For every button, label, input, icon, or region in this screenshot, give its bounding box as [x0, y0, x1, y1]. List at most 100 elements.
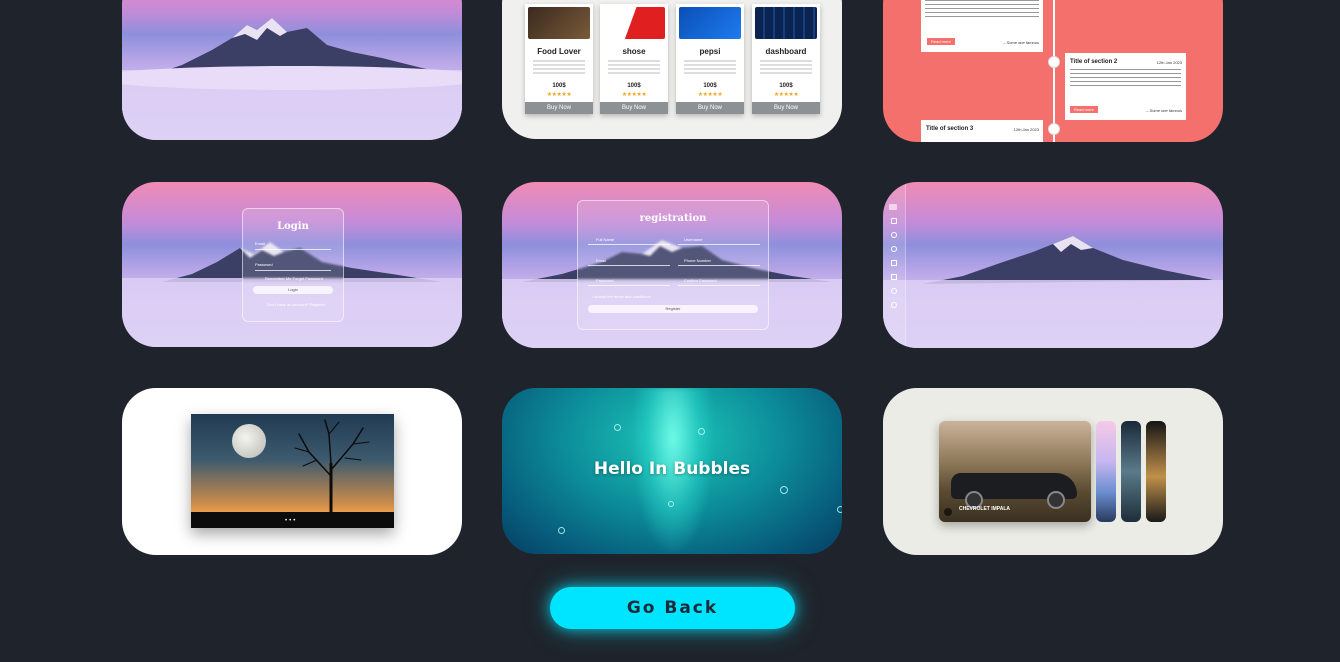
login-title: Login [277, 221, 309, 232]
bubbles-text: Hello In Bubbles [593, 459, 751, 479]
slide-icon [944, 508, 952, 516]
bubble [837, 506, 842, 513]
slide-caption: CHEVROLET IMPALA [959, 506, 1011, 512]
folder-icon[interactable] [891, 260, 897, 266]
timeline-line [1053, 0, 1055, 142]
registration-title: registration [639, 213, 707, 224]
field-underline [678, 244, 760, 245]
product-price: 100$ [552, 83, 566, 89]
carousel-thumb[interactable] [1096, 421, 1116, 522]
product-description [608, 60, 660, 74]
carousel-active-slide[interactable]: CHEVROLET IMPALA [939, 421, 1091, 522]
buy-now-button[interactable]: Buy Now [676, 102, 744, 114]
buy-now-button[interactable]: Buy Now [525, 102, 593, 114]
confirm-password-field[interactable]: Confirm Password [684, 278, 717, 283]
timeline-author: – Some one famous [1003, 40, 1039, 45]
timeline-text [1070, 69, 1181, 89]
product-image [679, 7, 741, 39]
buy-now-button[interactable]: Buy Now [752, 102, 820, 114]
bubble [780, 486, 788, 494]
timeline-node [1048, 123, 1060, 135]
product-name: Food Lover [537, 47, 581, 56]
field-underline [588, 265, 670, 266]
terms-checkbox[interactable]: I accept the terms and conditions [592, 294, 651, 299]
register-link[interactable]: Don't have an account? Register [267, 302, 325, 307]
product-card: pepsi 100$ ★★★★★ Buy Now [676, 4, 744, 114]
project-card-carousel[interactable]: CHEVROLET IMPALA [883, 388, 1223, 555]
user-icon[interactable] [891, 232, 897, 238]
chat-icon[interactable] [891, 246, 897, 252]
menu-icon[interactable] [889, 204, 897, 210]
buy-now-button[interactable]: Buy Now [600, 102, 668, 114]
product-stars: ★★★★★ [621, 92, 647, 98]
phone-field[interactable]: Phone Number [684, 258, 711, 263]
email-field[interactable]: Email [255, 241, 265, 246]
product-description [533, 60, 585, 74]
product-card: shose 100$ ★★★★★ Buy Now [600, 4, 668, 114]
timeline-title: Title of section 3 [926, 126, 974, 132]
timeline-box-1: Read more – Some one famous [921, 0, 1043, 52]
login-form: Login Email Password Remember Me Forget … [242, 208, 344, 322]
email-field[interactable]: Email [596, 258, 606, 263]
login-button[interactable]: Login [253, 286, 333, 294]
field-underline [588, 244, 670, 245]
project-card-shop[interactable]: Food Lover 100$ ★★★★★ Buy Now shose 100$… [502, 0, 842, 139]
project-card-mountain[interactable] [122, 0, 462, 140]
project-card-slider[interactable]: ••• [122, 388, 462, 555]
settings-icon[interactable] [891, 288, 897, 294]
bubble [668, 501, 674, 507]
product-card: Food Lover 100$ ★★★★★ Buy Now [525, 4, 593, 114]
password-field[interactable]: Password [255, 262, 273, 267]
project-card-bubbles[interactable]: Hello In Bubbles [502, 388, 842, 554]
password-underline [255, 270, 331, 271]
timeline-box-2: Title of section 2 12th Jan 2023 Read mo… [1065, 53, 1186, 120]
chart-icon[interactable] [891, 274, 897, 280]
registration-form: registration Full Name Username Email Ph… [577, 200, 769, 330]
mountain-image [122, 0, 462, 140]
mountain-image [883, 182, 1223, 348]
username-field[interactable]: Username [684, 237, 702, 242]
password-field[interactable]: Password [596, 278, 614, 283]
product-image [755, 7, 817, 39]
field-underline [678, 265, 760, 266]
product-stars: ★★★★★ [546, 92, 572, 98]
timeline-box-3: Title of section 3 12th Jan 2023 [921, 120, 1043, 142]
project-card-login[interactable]: Login Email Password Remember Me Forget … [122, 182, 462, 347]
product-stars: ★★★★★ [773, 92, 799, 98]
home-icon[interactable] [891, 218, 897, 224]
email-underline [255, 249, 331, 250]
timeline-date: 12th Jan 2023 [1156, 60, 1182, 65]
timeline-date: 12th Jan 2023 [1013, 127, 1039, 132]
bubble [558, 527, 565, 534]
read-more-button[interactable]: Read more [927, 38, 955, 45]
register-button[interactable]: Register [588, 305, 758, 313]
bubble [614, 424, 621, 431]
slider-dots[interactable]: ••• [285, 518, 297, 524]
remember-me-row[interactable]: Remember Me Forget Password [265, 276, 323, 281]
product-description [760, 60, 812, 74]
full-name-field[interactable]: Full Name [596, 237, 614, 242]
project-card-sidebar[interactable] [883, 182, 1223, 348]
car-wheel [1047, 491, 1065, 509]
product-name: dashboard [765, 47, 807, 56]
timeline-title: Title of section 2 [1070, 59, 1118, 65]
project-card-timeline[interactable]: Read more – Some one famous Title of sec… [883, 0, 1223, 142]
product-image [528, 7, 590, 39]
timeline-node [1048, 56, 1060, 68]
carousel-thumb[interactable] [1121, 421, 1141, 522]
timeline-author: – Some one famous [1146, 108, 1182, 113]
product-description [684, 60, 736, 74]
read-more-button[interactable]: Read more [1070, 106, 1098, 113]
product-stars: ★★★★★ [697, 92, 723, 98]
product-price: 100$ [703, 83, 717, 89]
timeline-text [925, 0, 1039, 20]
product-name: shose [622, 47, 646, 56]
go-back-button[interactable]: Go Back [550, 587, 795, 629]
carousel-thumb[interactable] [1146, 421, 1166, 522]
project-card-registration[interactable]: registration Full Name Username Email Ph… [502, 182, 842, 348]
sidebar [883, 182, 906, 348]
tree-illustration [191, 419, 394, 528]
field-underline [588, 285, 670, 286]
product-image [603, 7, 665, 39]
logout-icon[interactable] [891, 302, 897, 308]
